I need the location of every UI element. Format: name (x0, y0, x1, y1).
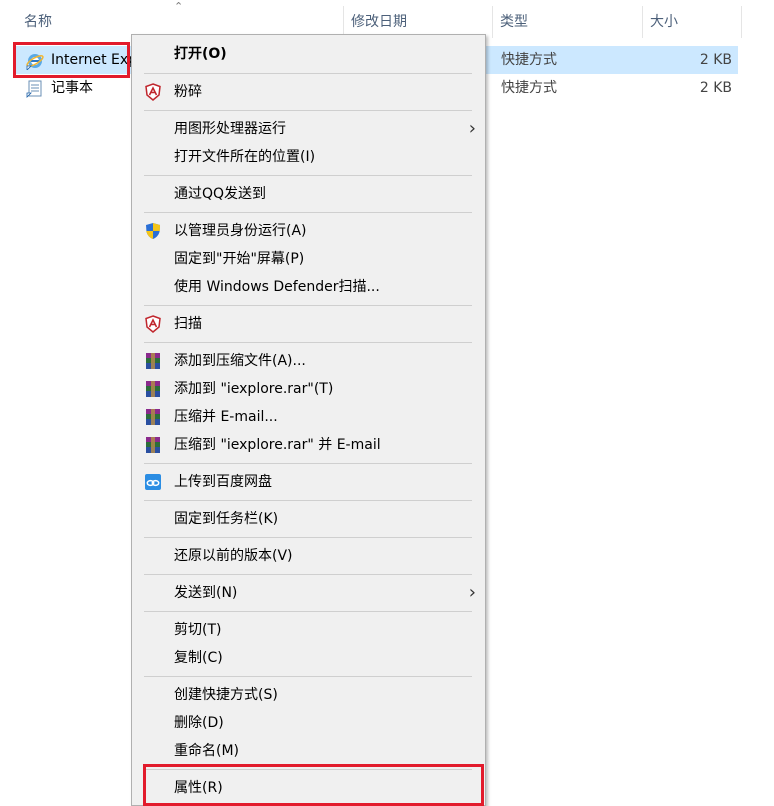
menu-item-label: 扫描 (174, 316, 202, 332)
menu-item-create-shortcut[interactable]: 创建快捷方式(S) (135, 681, 482, 709)
menu-separator (144, 342, 472, 343)
sort-up-icon: ⌃ (174, 0, 184, 13)
menu-item-pin-taskbar[interactable]: 固定到任务栏(K) (135, 505, 482, 533)
menu-item-label: 还原以前的版本(V) (174, 548, 293, 564)
menu-item-label: 删除(D) (174, 715, 224, 731)
menu-item-add-archive[interactable]: 添加到压缩文件(A)... (135, 347, 482, 375)
menu-item-label: 通过QQ发送到 (174, 186, 267, 202)
menu-item-copy[interactable]: 复制(C) (135, 644, 482, 672)
menu-separator (144, 463, 472, 464)
menu-item-scan[interactable]: 扫描 (135, 310, 482, 338)
menu-item-defender-scan[interactable]: 使用 Windows Defender扫描... (135, 273, 482, 301)
file-name: 记事本 (51, 80, 93, 96)
menu-item-open-location[interactable]: 打开文件所在的位置(I) (135, 143, 482, 171)
menu-separator (144, 73, 472, 74)
file-size: 2 KB (699, 52, 732, 68)
menu-item-label: 发送到(N) (174, 585, 238, 601)
column-name[interactable]: 名称 (24, 0, 52, 44)
menu-item-label: 剪切(T) (174, 622, 222, 638)
column-divider[interactable] (741, 6, 742, 38)
menu-separator (144, 676, 472, 677)
winrar-icon (146, 381, 160, 397)
submenu-arrow-icon: › (468, 582, 476, 603)
uac-shield-icon (146, 223, 160, 239)
winrar-icon (146, 353, 160, 369)
column-type[interactable]: 类型 (500, 0, 528, 44)
menu-item-add-rar[interactable]: 添加到 "iexplore.rar"(T) (135, 375, 482, 403)
menu-item-label: 添加到 "iexplore.rar"(T) (174, 381, 334, 397)
menu-separator (144, 212, 472, 213)
file-type: 快捷方式 (501, 52, 557, 68)
column-size[interactable]: 大小 (650, 0, 678, 44)
menu-item-label: 使用 Windows Defender扫描... (174, 279, 380, 295)
winrar-icon (146, 437, 160, 453)
menu-item-rename[interactable]: 重命名(M) (135, 737, 482, 765)
menu-item-label: 压缩并 E-mail... (174, 409, 278, 425)
context-menu: 打开(O) 粉碎 用图形处理器运行 › 打开文件所在的位置(I) 通过QQ发送到… (131, 34, 486, 806)
menu-item-compress-rar-email[interactable]: 压缩到 "iexplore.rar" 并 E-mail (135, 431, 482, 459)
menu-item-label: 固定到"开始"屏幕(P) (174, 251, 305, 267)
menu-separator (144, 175, 472, 176)
menu-item-label: 创建快捷方式(S) (174, 687, 278, 703)
menu-separator (144, 110, 472, 111)
menu-item-label: 重命名(M) (174, 743, 240, 759)
menu-item-restore-versions[interactable]: 还原以前的版本(V) (135, 542, 482, 570)
notepad-icon (26, 80, 42, 98)
column-divider[interactable] (642, 6, 643, 38)
menu-item-send-qq[interactable]: 通过QQ发送到 (135, 180, 482, 208)
menu-item-label: 上传到百度网盘 (174, 474, 272, 490)
menu-item-label: 用图形处理器运行 (174, 121, 286, 137)
submenu-arrow-icon: › (468, 118, 476, 139)
menu-separator (144, 574, 472, 575)
menu-item-label: 添加到压缩文件(A)... (174, 353, 306, 369)
menu-item-upload-baidu[interactable]: 上传到百度网盘 (135, 468, 482, 496)
menu-item-label: 粉碎 (174, 84, 202, 100)
menu-item-run-gpu[interactable]: 用图形处理器运行 › (135, 115, 482, 143)
menu-separator (144, 611, 472, 612)
file-type: 快捷方式 (501, 80, 557, 96)
baidu-netdisk-icon (145, 474, 161, 490)
menu-item-delete[interactable]: 删除(D) (135, 709, 482, 737)
menu-item-open[interactable]: 打开(O) (135, 40, 482, 68)
menu-item-label: 以管理员身份运行(A) (174, 223, 307, 239)
winrar-icon (146, 409, 160, 425)
menu-item-label: 固定到任务栏(K) (174, 511, 279, 527)
menu-item-label: 压缩到 "iexplore.rar" 并 E-mail (174, 437, 381, 453)
column-divider[interactable] (492, 6, 493, 38)
shield-antivirus-icon (145, 315, 161, 333)
menu-item-pin-start[interactable]: 固定到"开始"屏幕(P) (135, 245, 482, 273)
file-size: 2 KB (699, 80, 732, 96)
internet-explorer-icon (26, 54, 44, 70)
menu-item-send-to[interactable]: 发送到(N) › (135, 579, 482, 607)
menu-item-label: 属性(R) (174, 780, 223, 796)
menu-item-label: 打开文件所在的位置(I) (174, 149, 316, 165)
menu-separator (144, 769, 472, 770)
menu-item-compress-email[interactable]: 压缩并 E-mail... (135, 403, 482, 431)
menu-item-run-admin[interactable]: 以管理员身份运行(A) (135, 217, 482, 245)
menu-item-properties[interactable]: 属性(R) (135, 774, 482, 802)
shield-antivirus-icon (145, 83, 161, 101)
menu-item-label: 打开(O) (174, 46, 227, 62)
menu-item-shred[interactable]: 粉碎 (135, 78, 482, 106)
menu-separator (144, 500, 472, 501)
menu-separator (144, 537, 472, 538)
menu-separator (144, 305, 472, 306)
menu-item-label: 复制(C) (174, 650, 223, 666)
menu-item-cut[interactable]: 剪切(T) (135, 616, 482, 644)
